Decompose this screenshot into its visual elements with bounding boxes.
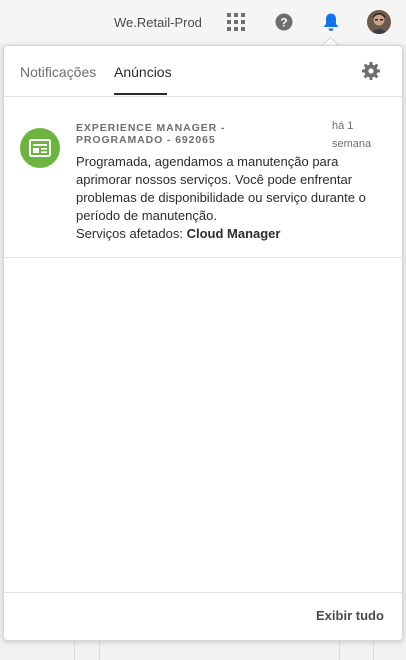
announcement-message: Programada, agendamos a manutenção para … xyxy=(76,154,366,223)
affected-services: Serviços afetados: Cloud Manager xyxy=(76,225,376,243)
view-all-button[interactable]: Exibir tudo xyxy=(316,608,384,623)
announcement-body: Programada, agendamos a manutenção para … xyxy=(76,153,376,243)
notifications-popover: Notificações Anúncios EXPERIENCE MANAGER… xyxy=(3,45,403,641)
avatar[interactable] xyxy=(367,10,391,34)
active-tab-indicator xyxy=(114,93,167,95)
affected-services-value: Cloud Manager xyxy=(186,226,281,241)
popover-tabs: Notificações Anúncios xyxy=(4,46,402,97)
bell-icon[interactable] xyxy=(319,10,343,34)
tab-notifications[interactable]: Notificações xyxy=(20,64,96,80)
background-divider xyxy=(339,640,340,660)
announcement-source: EXPERIENCE MANAGER - PROGRAMADO - 692065 xyxy=(76,122,226,146)
background-divider xyxy=(373,640,374,660)
help-icon[interactable]: ? xyxy=(272,10,296,34)
affected-services-label: Serviços afetados: xyxy=(76,226,183,241)
announcement-time: há 1 semana xyxy=(332,120,372,150)
apps-grid-icon[interactable] xyxy=(224,10,248,34)
popover-footer: Exibir tudo xyxy=(4,592,402,641)
background-divider xyxy=(74,640,75,660)
svg-text:?: ? xyxy=(280,16,287,30)
announcement-icon xyxy=(20,128,60,168)
tab-announcements[interactable]: Anúncios xyxy=(114,64,172,80)
background-divider xyxy=(99,640,100,660)
org-switcher[interactable]: We.Retail-Prod xyxy=(114,15,202,30)
gear-icon[interactable] xyxy=(361,61,381,81)
top-bar: We.Retail-Prod ? xyxy=(0,0,406,44)
